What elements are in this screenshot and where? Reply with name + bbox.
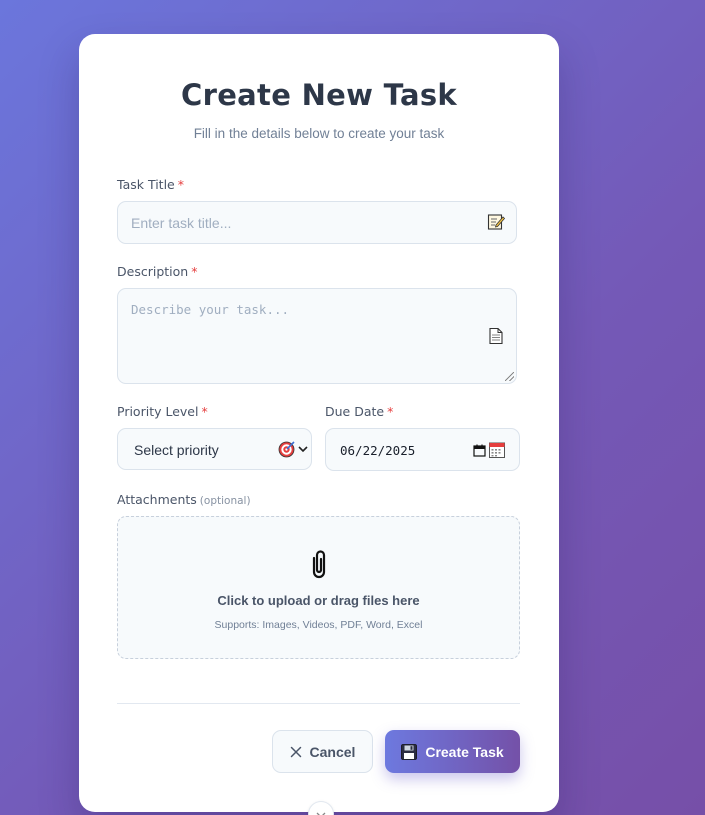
- floppy-disk-icon: [401, 743, 418, 760]
- resize-handle[interactable]: [505, 372, 514, 381]
- chevron-down-icon: [297, 442, 309, 454]
- priority-selected-value: Select priority: [134, 442, 219, 458]
- description-textarea[interactable]: [118, 289, 516, 383]
- page-subtitle: Fill in the details below to create your…: [193, 126, 445, 141]
- page-title: Create New Task: [181, 78, 457, 112]
- description-label: Description *: [117, 264, 198, 279]
- due-date-input[interactable]: 06/22/2025: [325, 428, 520, 471]
- calendar-icon: [488, 441, 506, 459]
- create-task-button[interactable]: Create Task: [385, 730, 520, 773]
- due-date-value: 06/22/2025: [340, 443, 416, 458]
- dropzone-instructions: Click to upload or drag files here: [217, 593, 420, 608]
- close-icon: [290, 746, 302, 758]
- required-marker: *: [191, 264, 198, 279]
- chevron-down-icon: [316, 807, 326, 815]
- description-field-wrapper: [117, 288, 517, 384]
- file-dropzone[interactable]: Click to upload or drag files here Suppo…: [117, 516, 520, 659]
- target-icon: [278, 440, 296, 458]
- memo-icon: [487, 213, 506, 231]
- create-task-card: Create New Task Fill in the details belo…: [79, 34, 559, 815]
- due-date-label: Due Date *: [325, 404, 394, 419]
- required-marker: *: [177, 177, 184, 192]
- required-marker: *: [387, 404, 394, 419]
- scroll-handle[interactable]: [308, 801, 334, 815]
- page-icon: [487, 327, 505, 345]
- date-picker-icon[interactable]: [473, 444, 486, 457]
- task-title-input[interactable]: [118, 202, 516, 243]
- cancel-button[interactable]: Cancel: [272, 730, 373, 773]
- priority-label: Priority Level *: [117, 404, 208, 419]
- create-task-button-label: Create Task: [425, 743, 504, 760]
- task-title-field-wrapper: [117, 201, 517, 244]
- task-title-label: Task Title *: [117, 177, 184, 192]
- priority-select[interactable]: Select priority: [117, 428, 312, 470]
- paperclip-icon: [308, 548, 330, 580]
- required-marker: *: [201, 404, 208, 419]
- dropzone-supported-types: Supports: Images, Videos, PDF, Word, Exc…: [214, 619, 423, 631]
- attachments-label: Attachments (optional): [117, 492, 251, 507]
- optional-hint: (optional): [199, 495, 251, 507]
- cancel-button-label: Cancel: [309, 743, 356, 760]
- actions-divider: [117, 703, 520, 704]
